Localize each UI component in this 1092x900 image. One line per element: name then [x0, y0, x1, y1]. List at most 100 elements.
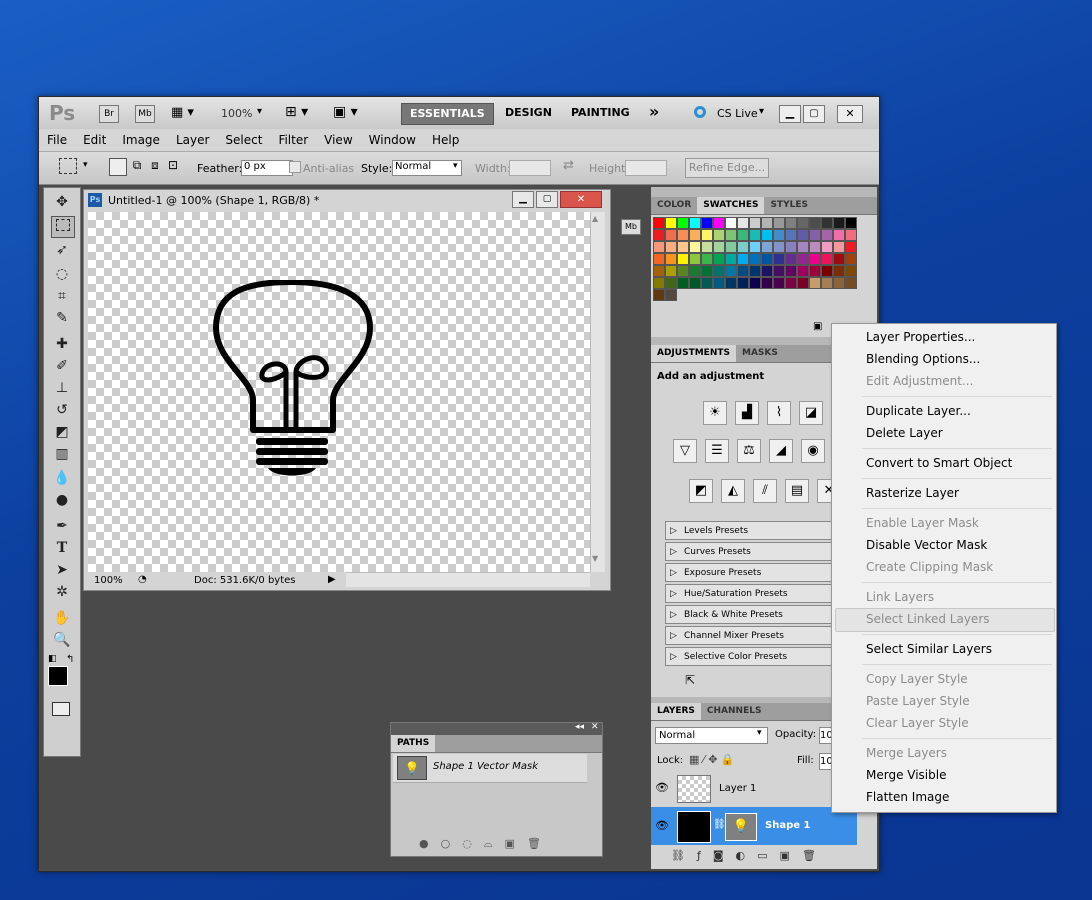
close-button[interactable]: ✕: [837, 105, 863, 123]
photo-filter-icon[interactable]: ◉: [801, 439, 825, 463]
doc-close-button[interactable]: ✕: [560, 191, 602, 208]
swap-colors-icon[interactable]: ↰: [66, 654, 74, 665]
new-group-icon[interactable]: ▭: [757, 849, 779, 862]
color-swatch[interactable]: [797, 253, 809, 265]
menu-flatten-image[interactable]: Flatten Image: [866, 787, 949, 807]
color-swatch[interactable]: [713, 253, 725, 265]
layer-name[interactable]: Shape 1: [765, 820, 810, 831]
layer-row-selected[interactable]: 👁 ⛓ 💡 Shape 1: [651, 807, 857, 845]
tab-channels[interactable]: CHANNELS: [701, 703, 768, 720]
paths-close-icon[interactable]: ✕: [591, 722, 599, 732]
doc-minimize-button[interactable]: ▁: [512, 191, 534, 208]
delete-path-icon[interactable]: 🗑: [527, 837, 553, 850]
swap-dimensions-icon[interactable]: ⇄: [563, 158, 574, 173]
color-swatch[interactable]: [725, 241, 737, 253]
color-swatch[interactable]: [749, 241, 761, 253]
color-swatch[interactable]: [773, 253, 785, 265]
tab-swatches[interactable]: SWATCHES: [697, 197, 765, 214]
color-swatch[interactable]: [665, 277, 677, 289]
hue-saturation-icon[interactable]: ☰: [705, 439, 729, 463]
color-swatch[interactable]: [725, 253, 737, 265]
color-swatch[interactable]: [665, 217, 677, 229]
color-swatch[interactable]: [689, 277, 701, 289]
menu-layer[interactable]: Layer: [168, 129, 217, 147]
color-swatch[interactable]: [677, 277, 689, 289]
color-swatch[interactable]: [713, 241, 725, 253]
color-swatch[interactable]: [761, 277, 773, 289]
curves-icon[interactable]: ⌇: [767, 401, 791, 425]
color-swatch[interactable]: [809, 241, 821, 253]
workspace-essentials[interactable]: ESSENTIALS: [401, 103, 494, 125]
marquee-tool-icon[interactable]: [51, 216, 75, 238]
workspace-design[interactable]: DESIGN: [497, 103, 560, 123]
view-extras-icon[interactable]: ▦ ▾: [171, 105, 194, 120]
color-balance-icon[interactable]: ⚖: [737, 439, 761, 463]
menu-file[interactable]: File: [39, 129, 75, 147]
visibility-eye-icon[interactable]: 👁: [655, 819, 669, 832]
color-swatch[interactable]: [665, 289, 677, 301]
width-input[interactable]: [509, 160, 551, 176]
brightness-contrast-icon[interactable]: ☀: [703, 401, 727, 425]
color-swatch[interactable]: [773, 277, 785, 289]
color-swatch[interactable]: [773, 229, 785, 241]
color-swatch[interactable]: [701, 229, 713, 241]
color-swatch[interactable]: [821, 253, 833, 265]
color-swatch[interactable]: [653, 229, 665, 241]
color-swatch[interactable]: [845, 277, 857, 289]
visibility-eye-icon[interactable]: 👁: [655, 781, 669, 794]
menu-duplicate-layer[interactable]: Duplicate Layer...: [866, 401, 971, 421]
new-path-icon[interactable]: ▣: [505, 837, 527, 850]
color-swatch[interactable]: [689, 229, 701, 241]
clone-stamp-tool-icon[interactable]: ⊥: [51, 378, 73, 398]
color-swatch[interactable]: [653, 241, 665, 253]
preset-exposure[interactable]: Exposure Presets: [665, 563, 835, 583]
menu-merge-visible[interactable]: Merge Visible: [866, 765, 946, 785]
color-swatch[interactable]: [737, 253, 749, 265]
bridge-button[interactable]: Br: [99, 105, 119, 123]
color-swatch[interactable]: [713, 265, 725, 277]
foreground-color-swatch[interactable]: [48, 666, 68, 686]
menu-window[interactable]: Window: [361, 129, 424, 147]
color-swatch[interactable]: [833, 253, 845, 265]
link-layers-icon[interactable]: ⛓: [671, 849, 697, 862]
color-swatch[interactable]: [737, 241, 749, 253]
color-swatch[interactable]: [785, 277, 797, 289]
color-swatch[interactable]: [845, 253, 857, 265]
make-work-path-icon[interactable]: ⌓: [484, 837, 505, 850]
color-swatch[interactable]: [713, 217, 725, 229]
color-swatch[interactable]: [689, 217, 701, 229]
color-swatch[interactable]: [797, 229, 809, 241]
brush-tool-icon[interactable]: ✐: [51, 356, 73, 376]
color-swatch[interactable]: [689, 253, 701, 265]
color-swatch[interactable]: [713, 229, 725, 241]
expand-view-icon[interactable]: ⇱: [685, 673, 695, 687]
load-selection-icon[interactable]: ◌: [462, 837, 484, 850]
workspace-painting[interactable]: PAINTING: [563, 103, 638, 123]
scroll-up-icon[interactable]: ▲: [592, 214, 598, 223]
preset-channel-mixer[interactable]: Channel Mixer Presets: [665, 626, 835, 646]
scroll-down-icon[interactable]: ▼: [592, 554, 598, 563]
menu-delete-layer[interactable]: Delete Layer: [866, 423, 943, 443]
path-name[interactable]: Shape 1 Vector Mask: [433, 761, 538, 772]
collapse-icon[interactable]: ◂◂: [575, 722, 584, 732]
color-swatch[interactable]: [701, 217, 713, 229]
menu-disable-vector-mask[interactable]: Disable Vector Mask: [866, 535, 987, 555]
canvas[interactable]: [88, 212, 604, 572]
color-swatch[interactable]: [749, 217, 761, 229]
lasso-tool-icon[interactable]: ➶: [51, 240, 73, 260]
blend-mode-select[interactable]: Normal: [655, 727, 768, 744]
tab-styles[interactable]: STYLES: [764, 197, 814, 214]
vector-mask-thumbnail[interactable]: 💡: [725, 813, 757, 841]
layer-row[interactable]: 👁 Layer 1: [651, 771, 857, 808]
color-swatch[interactable]: [677, 241, 689, 253]
new-layer-icon[interactable]: ▣: [780, 849, 802, 862]
color-swatch[interactable]: [665, 229, 677, 241]
new-selection-icon[interactable]: [109, 158, 127, 176]
color-swatch[interactable]: [689, 265, 701, 277]
color-swatch[interactable]: [653, 265, 665, 277]
lock-icons[interactable]: ▦ ⁄ ✥ 🔒: [689, 753, 735, 766]
menu-select-linked-layers[interactable]: Select Linked Layers: [866, 609, 990, 629]
move-tool-icon[interactable]: ✥: [51, 192, 73, 212]
subtract-selection-icon[interactable]: ⧈: [147, 158, 163, 174]
color-swatch[interactable]: [845, 217, 857, 229]
